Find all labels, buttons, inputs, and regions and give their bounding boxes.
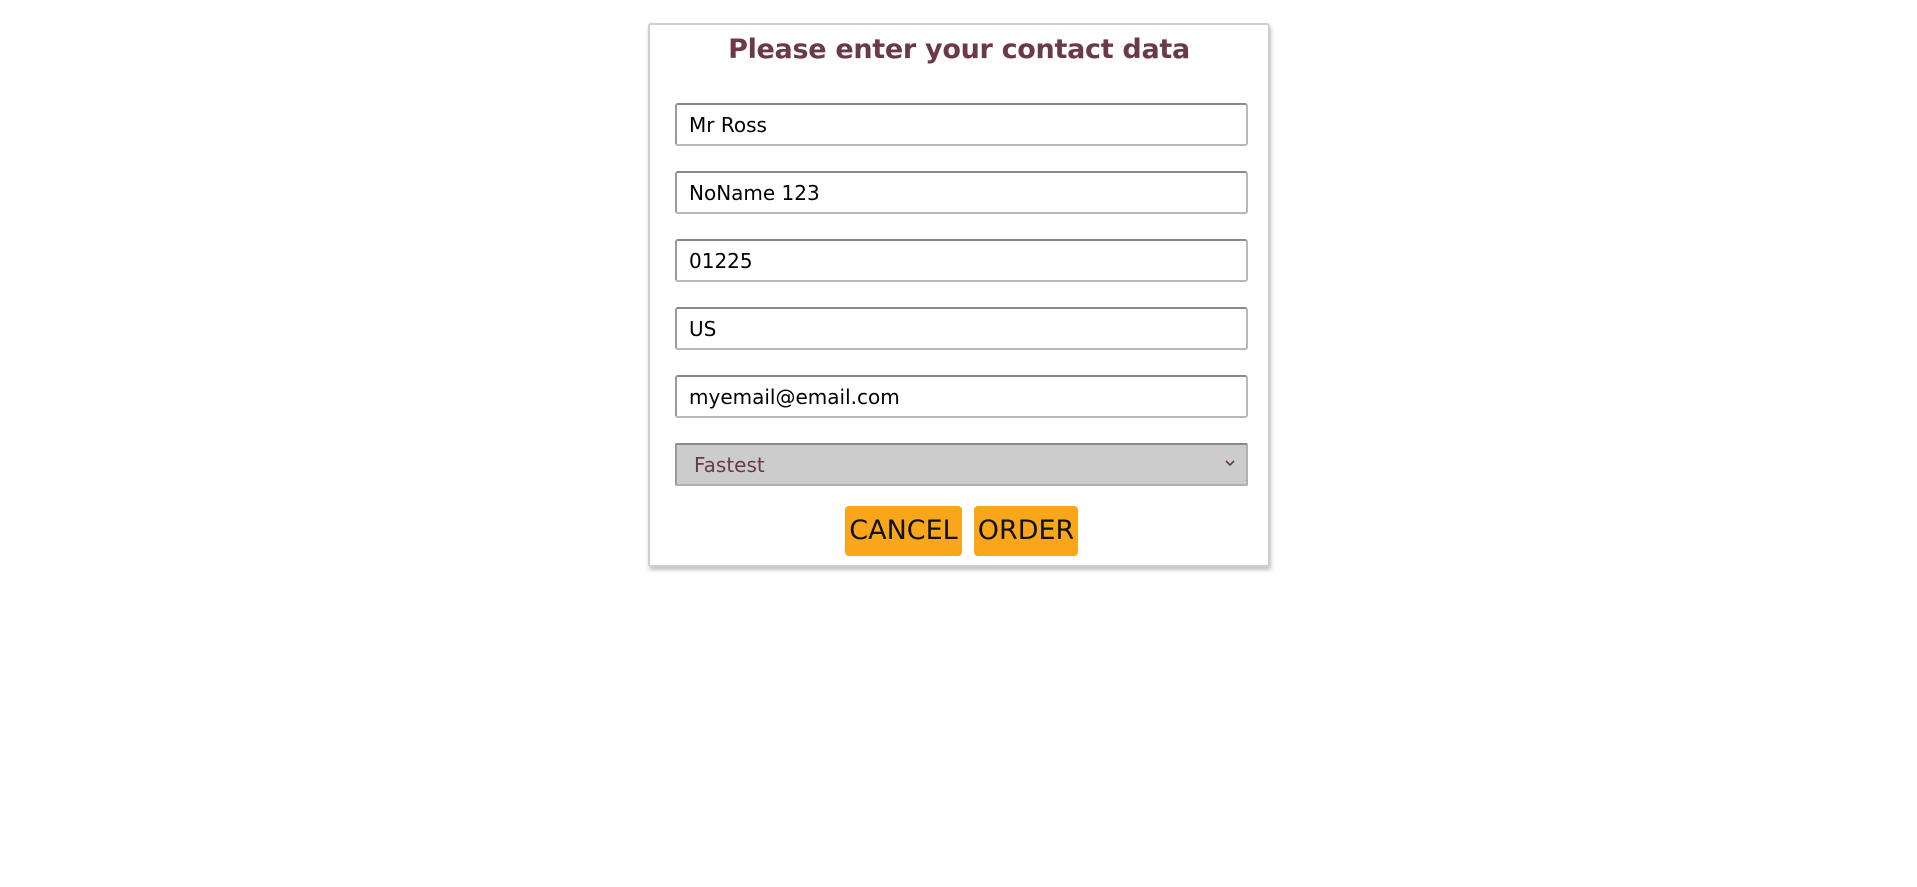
name-field[interactable] — [675, 103, 1248, 146]
dialog-title: Please enter your contact data — [728, 34, 1190, 65]
shipping-select[interactable]: Fastest — [675, 443, 1248, 486]
contact-dialog: Please enter your contact data Fastest C… — [648, 23, 1270, 567]
order-button[interactable]: ORDER — [974, 506, 1078, 556]
country-field[interactable] — [675, 307, 1248, 350]
email-field[interactable] — [675, 375, 1248, 418]
chevron-down-icon — [1225, 460, 1235, 467]
zip-field[interactable] — [675, 239, 1248, 282]
street-field[interactable] — [675, 171, 1248, 214]
cancel-button[interactable]: CANCEL — [845, 506, 962, 556]
shipping-select-value: Fastest — [694, 453, 765, 477]
